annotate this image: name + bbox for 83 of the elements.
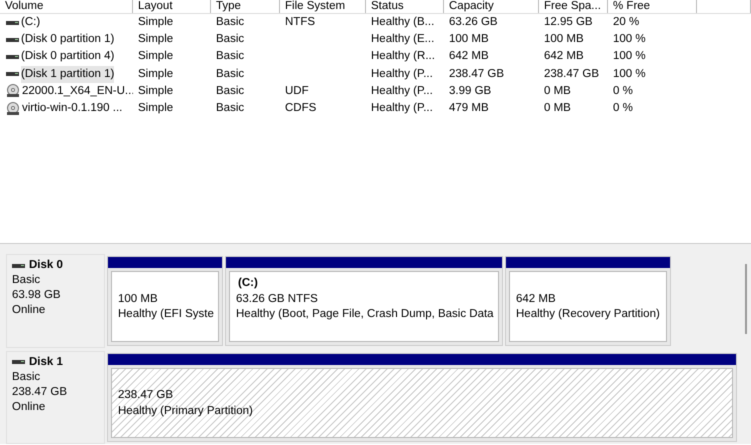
disk-type: Basic: [12, 273, 42, 288]
table-cell: 3.99 GB: [449, 84, 492, 97]
table-cell: 0 %: [613, 102, 633, 114]
disc-drive-icon: [6, 102, 20, 116]
table-cell: 238.47 GB: [449, 68, 504, 80]
table-cell: 642 MB: [449, 50, 489, 62]
table-cell: 12.95 GB: [544, 16, 593, 28]
column-header[interactable]: Capacity: [444, 0, 539, 13]
disk-label-panel[interactable]: Disk 0 Basic 63.98 GB Online: [6, 254, 105, 348]
partition-size: 642 MB: [516, 292, 557, 306]
table-cell: Simple: [138, 84, 174, 97]
table-cell: 100 MB: [544, 33, 584, 46]
table-cell: 100 %: [613, 50, 646, 62]
drive-icon: [6, 71, 19, 78]
table-cell: 0 MB: [544, 102, 571, 114]
partition-block[interactable]: 642 MB Healthy (Recovery Partition): [505, 256, 671, 346]
disk-label-panel[interactable]: Disk 1 Basic 238.47 GB Online: [6, 350, 105, 444]
partition-size: 238.47 GB: [118, 388, 174, 403]
column-header[interactable]: Status: [366, 0, 444, 13]
column-header[interactable]: Layout: [133, 0, 211, 13]
column-header[interactable]: Type: [211, 0, 280, 13]
column-header[interactable]: % Free: [608, 0, 697, 13]
table-cell: 479 MB: [449, 102, 489, 114]
disc-drive-icon: [6, 84, 20, 98]
table-cell: Healthy (P...: [371, 84, 433, 97]
table-cell: Basic: [216, 50, 244, 62]
disk-state: Online: [12, 400, 46, 414]
table-cell: Basic: [216, 16, 244, 28]
partition-status: Healthy (Recovery Partition): [516, 307, 660, 322]
disk-state: Online: [12, 303, 46, 318]
partition-name: (C:): [237, 276, 259, 291]
partition-block[interactable]: 238.47 GB Healthy (Primary Partition): [107, 352, 737, 442]
table-cell: Simple: [138, 50, 174, 62]
drive-icon: [6, 20, 19, 26]
table-cell: 100 MB: [449, 33, 489, 46]
table-cell: 238.47 GB: [544, 68, 599, 80]
table-cell: Simple: [138, 33, 174, 46]
drive-icon: [6, 54, 19, 60]
disk-name: Disk 1: [29, 354, 63, 370]
table-cell: 20 %: [613, 16, 640, 28]
partition-status: Healthy (Primary Partition): [118, 404, 254, 418]
disk-type: Basic: [12, 370, 42, 384]
drive-icon: [12, 359, 25, 365]
table-cell: 0 %: [613, 84, 633, 97]
drive-entry[interactable]: (C:): [21, 14, 40, 32]
partition-block[interactable]: (C:) 63.26 GB NTFS Healthy (Boot, Page File, Crash Dump, Basic Data: [225, 256, 503, 346]
partition-size: 63.26 GB NTFS: [236, 292, 319, 306]
table-cell: Simple: [138, 68, 174, 80]
table-cell: 642 MB: [544, 50, 584, 62]
partition-size: 100 MB: [118, 292, 159, 306]
drive-icon: [6, 36, 19, 43]
disk-name: Disk 0: [29, 258, 63, 273]
table-cell: Basic: [216, 84, 244, 97]
table-cell: Healthy (R...: [371, 50, 435, 62]
partition-status: Healthy (EFI Syste: [118, 307, 212, 322]
table-cell: Simple: [138, 102, 174, 114]
column-header[interactable]: Volume: [0, 0, 133, 13]
table-cell: 0 MB: [544, 84, 571, 97]
partition-block[interactable]: 100 MB Healthy (EFI Syste: [107, 256, 223, 346]
column-header[interactable]: File System: [280, 0, 366, 13]
table-cell: UDF: [285, 84, 309, 97]
table-cell: Simple: [138, 16, 174, 28]
column-header[interactable]: Free Spa...: [539, 0, 608, 13]
drive-entry[interactable]: (Disk 0 partition 4): [21, 48, 114, 66]
table-cell: Healthy (P...: [371, 102, 433, 114]
table-cell: Basic: [216, 33, 244, 46]
table-cell: 100 %: [613, 33, 646, 46]
drive-entry[interactable]: virtio-win-0.1.190 ...: [22, 100, 122, 118]
table-cell: Healthy (P...: [371, 68, 433, 80]
table-cell: CDFS: [285, 102, 316, 114]
drive-entry[interactable]: (Disk 1 partition 1): [21, 66, 114, 83]
table-cell: Healthy (B...: [371, 16, 434, 28]
disk-size: 238.47 GB: [12, 384, 68, 400]
table-cell: Basic: [216, 68, 244, 80]
table-cell: Basic: [216, 102, 244, 114]
table-cell: 63.26 GB: [449, 16, 498, 28]
drive-entry[interactable]: (Disk 0 partition 1): [21, 31, 114, 48]
table-cell: 100 %: [613, 68, 646, 80]
disk-size: 63.98 GB: [12, 288, 62, 303]
table-cell: Healthy (E...: [371, 33, 434, 46]
partition-status: Healthy (Boot, Page File, Crash Dump, Basic Data: [236, 307, 492, 322]
drive-icon: [12, 262, 25, 268]
table-cell: NTFS: [285, 16, 316, 28]
